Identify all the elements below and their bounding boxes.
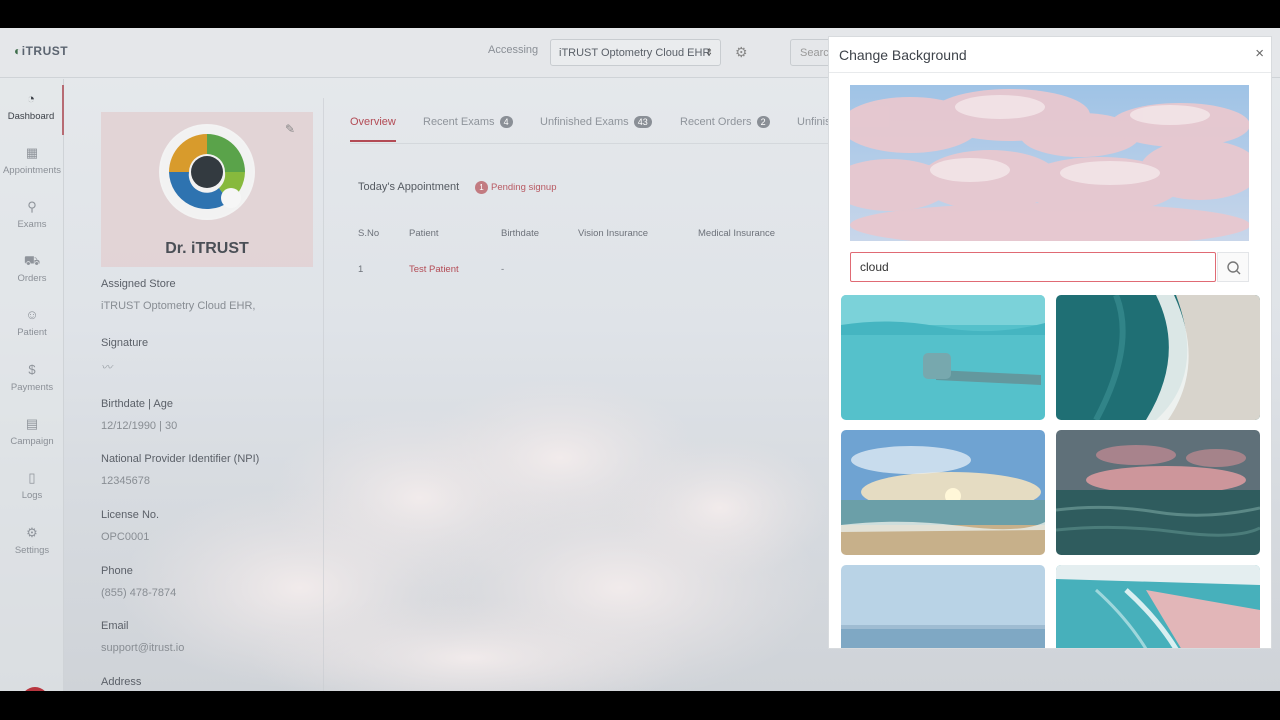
dollar-icon: $ bbox=[28, 362, 36, 377]
app-window: ◐iTRUST Accessing iTRUST Optometry Cloud… bbox=[0, 28, 1280, 691]
tab-unfinished-orders[interactable]: Unfinis bbox=[797, 116, 831, 128]
modal-header: Change Background × bbox=[829, 37, 1271, 73]
background-preview bbox=[850, 85, 1249, 241]
app-logo[interactable]: ◐iTRUST bbox=[14, 44, 68, 58]
avatar bbox=[159, 124, 255, 220]
table-header: S.No bbox=[358, 228, 380, 239]
tab-recent-orders[interactable]: Recent Orders 2 bbox=[680, 116, 770, 128]
table-cell-birthdate: - bbox=[501, 264, 505, 275]
stethoscope-icon: ⚲ bbox=[27, 199, 37, 214]
thumbnail-calm-sea-horizon[interactable] bbox=[841, 565, 1045, 649]
patient-link[interactable]: Test Patient bbox=[409, 264, 459, 275]
field-assigned-store: Assigned Store iTRUST Optometry Cloud EH… bbox=[101, 278, 256, 312]
pending-signup-badge[interactable]: 1 Pending signup bbox=[475, 181, 557, 194]
profile-tabs: Overview Recent Exams 4 Unfinished Exams… bbox=[350, 112, 831, 144]
thumbnail-ocean-dusk[interactable] bbox=[1056, 430, 1260, 555]
sidebar-item-patient[interactable]: ☺ Patient bbox=[0, 301, 64, 351]
table-cell-sno: 1 bbox=[358, 264, 364, 275]
appointments-title: Today's Appointment bbox=[358, 181, 460, 193]
sidebar-item-exams[interactable]: ⚲ Exams bbox=[0, 193, 64, 243]
table-header: Medical Insurance bbox=[698, 228, 776, 239]
patient-icon: ☺ bbox=[25, 307, 39, 322]
sidebar-item-orders[interactable]: ⛟ Orders bbox=[0, 247, 64, 297]
tab-overview[interactable]: Overview bbox=[350, 116, 396, 142]
table-header: Vision Insurance bbox=[578, 228, 649, 239]
background-search-input[interactable] bbox=[850, 252, 1216, 282]
edit-icon[interactable]: ✎ bbox=[285, 122, 295, 136]
sidebar-item-logs[interactable]: ▯ Logs bbox=[0, 464, 64, 514]
sidebar-item-payments[interactable]: $ Payments bbox=[0, 356, 64, 406]
thumbnail-aerial-beach-waves[interactable] bbox=[1056, 295, 1260, 420]
tab-badge: 4 bbox=[499, 116, 513, 128]
modal-title: Change Background bbox=[839, 47, 967, 63]
sidebar-nav: ◔ Dashboard ▦ Appointments ⚲ Exams ⛟ Ord… bbox=[0, 79, 64, 691]
gauge-icon: ◔ bbox=[27, 91, 35, 106]
store-select-value: iTRUST Optometry Cloud EHR bbox=[559, 47, 711, 59]
sidebar-item-settings[interactable]: ⚙ Settings bbox=[0, 519, 64, 569]
select-caret-icon: ⇕ bbox=[705, 47, 713, 57]
profile-card: ✎ Dr. iTRUST bbox=[101, 112, 313, 267]
file-icon: ▯ bbox=[28, 470, 36, 485]
change-background-modal: Change Background × bbox=[828, 36, 1272, 649]
tab-unfinished-exams[interactable]: Unfinished Exams 43 bbox=[540, 116, 652, 128]
profile-name: Dr. iTRUST bbox=[165, 240, 249, 257]
background-search-row bbox=[850, 252, 1249, 282]
sidebar-item-campaign[interactable]: ▤ Campaign bbox=[0, 410, 64, 460]
thumbnail-aerial-shoreline[interactable] bbox=[1056, 565, 1260, 649]
thumbnail-sunset-beach[interactable] bbox=[841, 430, 1045, 555]
cart-icon: ⛟ bbox=[23, 253, 41, 268]
field-address: Address bbox=[101, 676, 142, 688]
field-license: License No. OPC0001 bbox=[101, 509, 160, 543]
panel-divider bbox=[323, 98, 324, 691]
thumbnail-underwater-hand[interactable] bbox=[841, 295, 1045, 420]
field-signature: Signature 〰 bbox=[101, 337, 149, 374]
settings-gear-icon[interactable]: ⚙ bbox=[735, 44, 749, 60]
store-select[interactable]: iTRUST Optometry Cloud EHR ⇕ bbox=[550, 39, 721, 66]
sidebar-item-dashboard[interactable]: ◔ Dashboard bbox=[0, 85, 64, 135]
close-icon[interactable]: × bbox=[1255, 45, 1264, 62]
table-header: Birthdate bbox=[501, 228, 540, 239]
signature-image: 〰 bbox=[101, 362, 112, 374]
palette-button[interactable]: ✿ bbox=[21, 687, 49, 691]
search-button[interactable] bbox=[1217, 252, 1249, 282]
accessing-label: Accessing bbox=[488, 44, 539, 56]
tab-badge: 43 bbox=[633, 116, 652, 128]
sidebar-item-appointments[interactable]: ▦ Appointments bbox=[0, 139, 64, 189]
field-birthdate: Birthdate | Age 12/12/1990 | 30 bbox=[101, 398, 178, 432]
background-thumbnail-grid bbox=[841, 295, 1261, 649]
calendar-icon: ▦ bbox=[25, 145, 39, 160]
field-email: Email support@itrust.io bbox=[101, 620, 185, 654]
field-npi: National Provider Identifier (NPI) 12345… bbox=[101, 453, 260, 487]
table-header: Patient bbox=[409, 228, 439, 239]
campaign-icon: ▤ bbox=[25, 416, 39, 431]
tab-recent-exams[interactable]: Recent Exams 4 bbox=[423, 116, 513, 128]
tab-badge: 2 bbox=[756, 116, 770, 128]
gear-icon: ⚙ bbox=[26, 525, 38, 540]
field-phone: Phone (855) 478-7874 bbox=[101, 565, 177, 599]
search-icon bbox=[1227, 261, 1241, 275]
